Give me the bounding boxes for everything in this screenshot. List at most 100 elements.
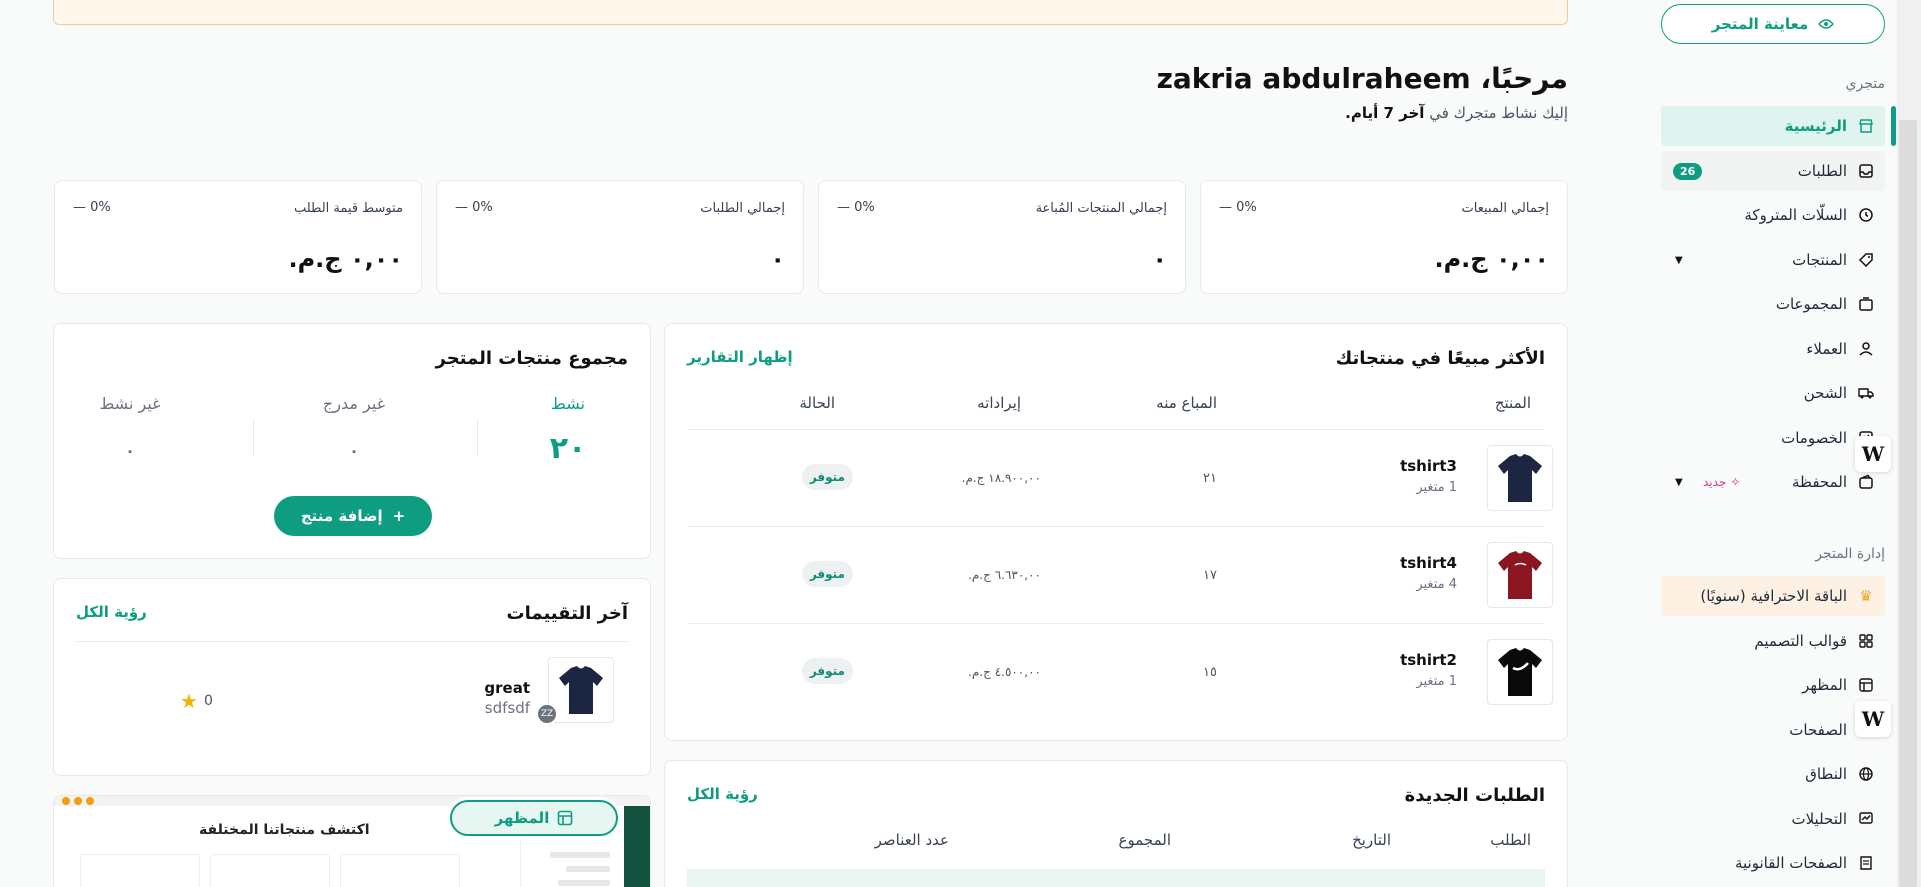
store-products-total-card: مجموع منتجات المتجر نشط ٢٠ غير مدرج ٠ غي… xyxy=(53,323,651,559)
product-variants: 1 متغير xyxy=(1416,674,1457,689)
history-icon xyxy=(1857,206,1875,224)
sidebar-item-abandoned-carts[interactable]: السلّات المتروكة xyxy=(1661,195,1885,235)
preview-sidebar-accent xyxy=(624,806,650,887)
best-sellers-title: الأكثر مبيعًا في منتجاتك xyxy=(1335,348,1545,369)
sidebar-item-wallet[interactable]: المحفظة ✧ جديد ▼ xyxy=(1661,462,1885,502)
product-name[interactable]: tshirt4 xyxy=(1400,554,1457,572)
product-thumbnail xyxy=(1487,639,1553,705)
grid-icon xyxy=(1857,632,1875,650)
review-text: sdfsdf xyxy=(484,699,530,717)
table-divider xyxy=(687,429,1545,430)
sidebar-item-appearance[interactable]: المظهر xyxy=(1661,665,1885,705)
dot-icon xyxy=(86,797,94,805)
preview-product-tile xyxy=(210,854,330,887)
preview-sidebar-item xyxy=(566,866,610,872)
table-divider xyxy=(687,526,1545,527)
preview-heading: اكتشف منتجاتنا المختلفة xyxy=(199,822,370,838)
orders-count-badge: 26 xyxy=(1673,162,1703,180)
sidebar-item-pages[interactable]: الصفحات xyxy=(1661,710,1885,750)
orders-view-all-link[interactable]: رؤية الكل xyxy=(687,785,758,803)
sidebar-item-customers[interactable]: العملاء xyxy=(1661,329,1885,369)
status-badge: متوفر xyxy=(801,561,853,587)
product-revenue: ١٨.٩٠٠,٠٠ ج.م. xyxy=(961,471,1041,485)
inbox-icon xyxy=(1857,162,1875,180)
scrollbar-track[interactable] xyxy=(1897,0,1921,887)
w-logo-icon[interactable]: W xyxy=(1855,701,1891,737)
sidebar-item-shipping[interactable]: الشحن xyxy=(1661,373,1885,413)
new-badge: ✧ جديد xyxy=(1703,475,1741,489)
preview-sidebar-item xyxy=(550,852,610,858)
w-logo-icon[interactable]: W xyxy=(1855,436,1891,472)
product-name[interactable]: tshirt3 xyxy=(1400,457,1457,475)
scrollbar-thumb[interactable] xyxy=(1899,120,1917,887)
main-content: مرحبًا، zakria abdulraheem إليك نشاط متج… xyxy=(53,0,1568,887)
truck-icon xyxy=(1857,384,1875,402)
stat-products-sold: إجمالي المنتجات المُباعة — 0% ٠ xyxy=(818,180,1186,294)
sidebar-item-products[interactable]: المنتجات ▼ xyxy=(1661,240,1885,280)
product-name[interactable]: tshirt2 xyxy=(1400,651,1457,669)
preview-store-button[interactable]: معاينة المتجر xyxy=(1661,4,1885,44)
crown-icon: ♛ xyxy=(1859,587,1873,605)
col-total: المجموع xyxy=(1118,831,1171,849)
wallet-icon xyxy=(1857,473,1875,491)
tag-icon xyxy=(1857,251,1875,269)
col-product: المنتج xyxy=(1494,394,1531,412)
table-row-highlight xyxy=(687,869,1545,887)
sidebar-item-discounts[interactable]: الخصومات xyxy=(1661,418,1885,458)
col-revenue: إيراداته xyxy=(977,394,1021,412)
sidebar-item-collections[interactable]: المجموعات xyxy=(1661,284,1885,324)
status-badge: متوفر xyxy=(801,464,853,490)
stat-total-orders: إجمالي الطلبات — 0% ٠ xyxy=(436,180,804,294)
col-items-count: عدد العناصر xyxy=(874,831,949,849)
latest-reviews-card: آخر التقييمات رؤية الكل ZZ great sdfsdf … xyxy=(53,578,651,776)
plus-icon: + xyxy=(392,507,406,525)
theme-preview-card[interactable]: اكتشف منتجاتنا المختلفة المظهر xyxy=(53,795,651,887)
col-status: الحالة xyxy=(799,394,835,412)
tshirt-navy-icon xyxy=(1498,454,1542,502)
review-title: great xyxy=(484,679,530,697)
preview-product-tile xyxy=(340,854,460,887)
divider xyxy=(477,419,478,457)
stat-avg-order-value: متوسط قيمة الطلب — 0% ٠,٠٠ ج.م. xyxy=(54,180,422,294)
appearance-chip[interactable]: المظهر xyxy=(450,800,618,836)
active-products-stat: نشط ٢٠ xyxy=(549,394,587,466)
col-date: التاريخ xyxy=(1352,831,1391,849)
store-totals-title: مجموع منتجات المتجر xyxy=(435,348,628,369)
product-variants: 4 متغير xyxy=(1416,577,1457,592)
preview-sidebar-item xyxy=(558,880,610,886)
tshirt-red-icon xyxy=(1498,551,1542,599)
sidebar-item-home[interactable]: الرئيسية xyxy=(1661,106,1885,146)
status-badge: متوفر xyxy=(801,658,853,684)
star-icon: ★ xyxy=(180,689,198,713)
preview-product-tile xyxy=(80,854,200,887)
sidebar-item-themes[interactable]: قوالب التصميم xyxy=(1661,621,1885,661)
sidebar-item-orders[interactable]: الطلبات 26 xyxy=(1661,151,1885,191)
best-sellers-card: الأكثر مبيعًا في منتجاتك إظهار التقارير … xyxy=(664,323,1568,741)
reviews-view-all-link[interactable]: رؤية الكل xyxy=(76,603,147,621)
show-reports-link[interactable]: إظهار التقارير xyxy=(687,348,793,366)
chevron-down-icon[interactable]: ▼ xyxy=(1675,255,1683,266)
sidebar: معاينة المتجر متجري الرئيسية الطلبات 26 … xyxy=(1653,0,1885,887)
inactive-products-stat: غير نشط ٠ xyxy=(99,394,161,460)
dot-icon xyxy=(62,797,70,805)
reviewer-avatar: ZZ xyxy=(536,703,558,725)
sidebar-item-pro-plan[interactable]: ♛ الباقة الاحترافية (سنويًا) xyxy=(1661,576,1885,616)
sidebar-item-analytics[interactable]: التحليلات xyxy=(1661,799,1885,839)
sidebar-item-legal-pages[interactable]: الصفحات القانونية xyxy=(1661,843,1885,883)
reviews-title: آخر التقييمات xyxy=(506,603,628,624)
product-revenue: ٤.٥٠٠,٠٠ ج.م. xyxy=(968,665,1041,679)
product-sold: ٢١ xyxy=(1203,471,1217,486)
add-product-button[interactable]: + إضافة منتج xyxy=(274,496,432,536)
legal-page-icon xyxy=(1857,854,1875,872)
collection-icon xyxy=(1857,295,1875,313)
sidebar-item-domain[interactable]: النطاق xyxy=(1661,754,1885,794)
user-icon xyxy=(1857,340,1875,358)
globe-icon xyxy=(1857,765,1875,783)
product-sold: ١٧ xyxy=(1203,568,1217,583)
col-sold: المباع منه xyxy=(1156,394,1217,412)
layout-icon xyxy=(558,810,573,826)
chevron-down-icon[interactable]: ▼ xyxy=(1675,477,1683,488)
divider xyxy=(253,419,254,457)
review-rating: ★ 0 xyxy=(180,689,213,713)
notice-banner xyxy=(53,0,1568,25)
